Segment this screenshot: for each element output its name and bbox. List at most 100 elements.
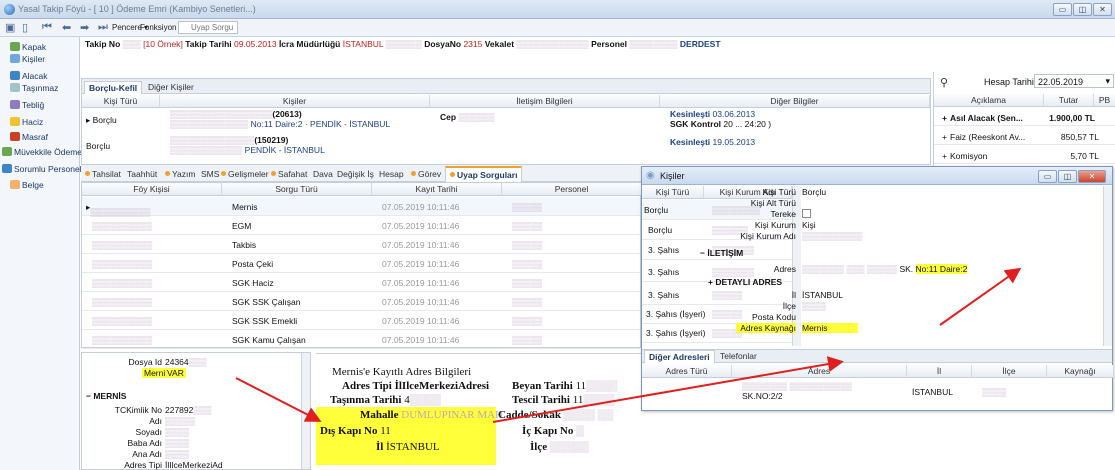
expand-icon[interactable]: + bbox=[942, 151, 947, 161]
col-pb[interactable]: PB bbox=[1094, 94, 1115, 107]
col-iletisim[interactable]: İletişim Bilgileri bbox=[430, 95, 660, 108]
hesap-tarihi-field[interactable]: 22.05.2019 ▾ bbox=[1034, 74, 1114, 88]
col-adres[interactable]: Adres bbox=[732, 365, 907, 378]
table-row[interactable]: ▸ ▒▒▒▒▒▒▒▒▒▒ Mernis 07.05.2019 10:11:46 ▒▒▒… bbox=[82, 197, 640, 217]
expand-icon[interactable]: + bbox=[942, 113, 947, 123]
doc-tescil: Tescil Tarihi 11▒▒▒▒ bbox=[512, 394, 615, 406]
redacted-name: ▒▒▒▒▒ bbox=[712, 309, 743, 319]
fonksiyon-menu[interactable]: Fonksiyon ▾ bbox=[140, 23, 183, 32]
tab-degisik-is[interactable]: Değişik İş bbox=[337, 169, 374, 179]
adres-kaynagi-value[interactable]: Mernis bbox=[802, 323, 858, 333]
nav-haciz[interactable]: Haciz bbox=[10, 117, 43, 127]
nav-teblig[interactable]: Tebliğ bbox=[10, 100, 44, 110]
aciklama: Faiz (Reeskont Av... bbox=[950, 132, 1026, 142]
iletisim-section[interactable]: − İLETİŞİM bbox=[700, 248, 743, 258]
tab-safahat[interactable]: Safahat bbox=[271, 169, 307, 179]
details-scrollbar[interactable] bbox=[301, 353, 310, 469]
table-row[interactable]: ▒▒▒▒▒▒▒▒▒▒ SGK Kamu Çalışan 07.05.2019 10:… bbox=[82, 330, 640, 349]
save-icon[interactable]: ▣ bbox=[5, 21, 15, 34]
tab-hesap[interactable]: Hesap bbox=[379, 169, 404, 179]
section-title: MERNİS bbox=[93, 391, 127, 401]
adres-value[interactable]: ▒▒▒▒▒▒▒ ▒▒▒ ▒▒▒▒▒ SK. No:11 Daire:2 bbox=[802, 264, 968, 274]
dialog-minimize-button[interactable]: ▭ bbox=[1038, 170, 1057, 183]
nav-kisiler[interactable]: Kişiler bbox=[10, 54, 45, 64]
col-sorgu-turu[interactable]: Sorgu Türü bbox=[222, 183, 372, 196]
nav-belge[interactable]: Belge bbox=[10, 180, 44, 190]
tab-uyap-sorgulari[interactable]: Uyap Sorguları bbox=[445, 166, 523, 182]
table-row[interactable]: + Faiz (Reeskont Av... 850,57 TL bbox=[934, 127, 1115, 145]
kisi-turu-label: Kişi Türü bbox=[762, 187, 796, 197]
sorgu-turu: EGM bbox=[232, 221, 252, 231]
redacted-name: ▒▒▒▒▒▒▒▒▒▒ bbox=[92, 221, 153, 231]
tab-telefonlar[interactable]: Telefonlar bbox=[716, 350, 761, 363]
col-ilce[interactable]: İlçe bbox=[972, 365, 1047, 378]
tab-borclu-kefil[interactable]: Borçlu-Kefil bbox=[84, 81, 143, 94]
nav-masraf[interactable]: Masraf bbox=[10, 132, 48, 142]
first-record-icon[interactable]: ⏮ bbox=[42, 21, 52, 34]
tereke-checkbox[interactable] bbox=[802, 209, 811, 218]
props-scrollbar[interactable] bbox=[1103, 186, 1112, 346]
nav-alacak[interactable]: Alacak bbox=[10, 71, 48, 81]
dialog-icon: ◉ bbox=[646, 170, 655, 181]
col-aciklama[interactable]: Açıklama bbox=[934, 94, 1044, 107]
search-icon[interactable]: ⚲ bbox=[940, 76, 948, 89]
minimize-button[interactable]: ▭ bbox=[1053, 3, 1072, 16]
tab-diger-kisiler[interactable]: Diğer Kişiler bbox=[144, 81, 198, 94]
kisi-kurum-value[interactable]: Kişi bbox=[802, 220, 816, 230]
col-kisi-turu[interactable]: Kişi Türü bbox=[82, 95, 160, 108]
dialog-maximize-button[interactable]: ◫ bbox=[1058, 170, 1077, 183]
close-button[interactable]: ✕ bbox=[1093, 3, 1112, 16]
table-row[interactable]: + Asıl Alacak (Sen... 1.900,00 TL bbox=[934, 108, 1115, 126]
table-row[interactable]: ▒▒▒▒▒▒▒▒▒▒ SGK Haciz 07.05.2019 10:11:46 ▒▒… bbox=[82, 273, 640, 292]
tab-diger-adresleri[interactable]: Diğer Adresleri bbox=[644, 350, 715, 363]
table-row[interactable]: + Komisyon 5,70 TL bbox=[934, 146, 1115, 164]
col-foy-kisisi[interactable]: Föy Kişisi bbox=[82, 183, 222, 196]
row-iletisim: Cep ▒▒▒▒▒▒ bbox=[440, 112, 495, 122]
maximize-button[interactable]: ◫ bbox=[1073, 3, 1092, 16]
document-icon[interactable]: ▯ bbox=[22, 21, 28, 34]
col-kayit-tarihi[interactable]: Kayıt Tarihi bbox=[372, 183, 502, 196]
detayli-adres-section[interactable]: + DETAYLI ADRES bbox=[708, 277, 782, 287]
table-row[interactable]: ▒▒▒▒▒▒▒▒▒▒ Posta Çeki 07.05.2019 10:11:46 ▒… bbox=[82, 254, 640, 273]
mernis-section[interactable]: − MERNİS bbox=[86, 391, 126, 401]
table-row[interactable]: ▒▒▒▒▒▒▒▒▒▒ SGK SSK Emekli 07.05.2019 10:11… bbox=[82, 311, 640, 330]
col-kaynagi[interactable]: Kaynağı bbox=[1047, 365, 1114, 378]
kisi-turu-value[interactable]: Borçlu bbox=[802, 187, 826, 197]
tab-sms[interactable]: SMS bbox=[201, 169, 219, 179]
list-item[interactable]: 3. Şahıs ▒▒▒▒▒ bbox=[642, 285, 800, 305]
expand-icon[interactable]: + bbox=[942, 132, 947, 142]
col-personel[interactable]: Personel bbox=[502, 183, 642, 196]
tab-taahhut[interactable]: Taahhüt bbox=[127, 169, 157, 179]
notification-icon bbox=[10, 100, 20, 109]
forward-arrow-icon[interactable]: ➡ bbox=[80, 21, 89, 34]
tab-label: SMS bbox=[201, 169, 220, 179]
tab-gorev[interactable]: Görev bbox=[411, 169, 441, 179]
nav-sorumlu-personel[interactable]: Sorumlu Personel bbox=[2, 164, 82, 174]
tab-dava[interactable]: Dava bbox=[313, 169, 333, 179]
kayit-tarihi: 07.05.2019 10:11:46 bbox=[382, 221, 460, 231]
il-value[interactable]: İSTANBUL bbox=[802, 290, 843, 300]
tckimlik: 227892 bbox=[165, 405, 194, 415]
nav-muvekkile-odeme[interactable]: Müvekkile Ödeme bbox=[2, 147, 82, 157]
table-row[interactable]: ▒▒▒▒▒▒▒▒ ▒▒▒▒▒▒▒▒▒▒▒ SK.NO:2/2 İSTANBUL … bbox=[642, 380, 1114, 402]
col-adres-turu[interactable]: Adres Türü bbox=[642, 365, 732, 378]
back-arrow-icon[interactable]: ⬅ bbox=[62, 21, 71, 34]
col-kisi-turu[interactable]: Kişi Türü bbox=[642, 186, 704, 199]
table-row[interactable]: ▒▒▒▒▒▒▒▒▒▒ Takbis 07.05.2019 10:11:46 ▒▒▒▒▒ bbox=[82, 235, 640, 254]
col-il[interactable]: İl bbox=[907, 365, 972, 378]
tab-yazim[interactable]: Yazım bbox=[165, 169, 195, 179]
col-kisiler[interactable]: Kişiler bbox=[160, 95, 430, 108]
nav-kapak[interactable]: Kapak bbox=[10, 42, 46, 52]
dialog-close-button[interactable]: ✕ bbox=[1078, 170, 1106, 183]
table-row[interactable]: ▒▒▒▒▒▒▒▒▒▒ SGK SSK Çalışan 07.05.2019 10:1… bbox=[82, 292, 640, 311]
table-row[interactable]: ▒▒▒▒▒▒▒▒▒▒ EGM 07.05.2019 10:11:46 ▒▒▒▒▒ bbox=[82, 216, 640, 235]
nav-tasinmaz[interactable]: Taşınmaz bbox=[10, 83, 58, 93]
tab-gelismeler[interactable]: Gelişmeler bbox=[221, 169, 269, 179]
last-record-icon[interactable]: ⏭ bbox=[98, 21, 108, 34]
col-tutar[interactable]: Tutar bbox=[1044, 94, 1094, 107]
col-diger-bilgiler[interactable]: Diğer Bilgiler bbox=[660, 95, 930, 108]
money-icon bbox=[10, 71, 20, 80]
tab-tahsilat[interactable]: Tahsilat bbox=[85, 169, 121, 179]
redacted-name: ▒▒▒▒▒▒▒ bbox=[712, 267, 755, 277]
uyap-search-input[interactable] bbox=[178, 21, 238, 34]
